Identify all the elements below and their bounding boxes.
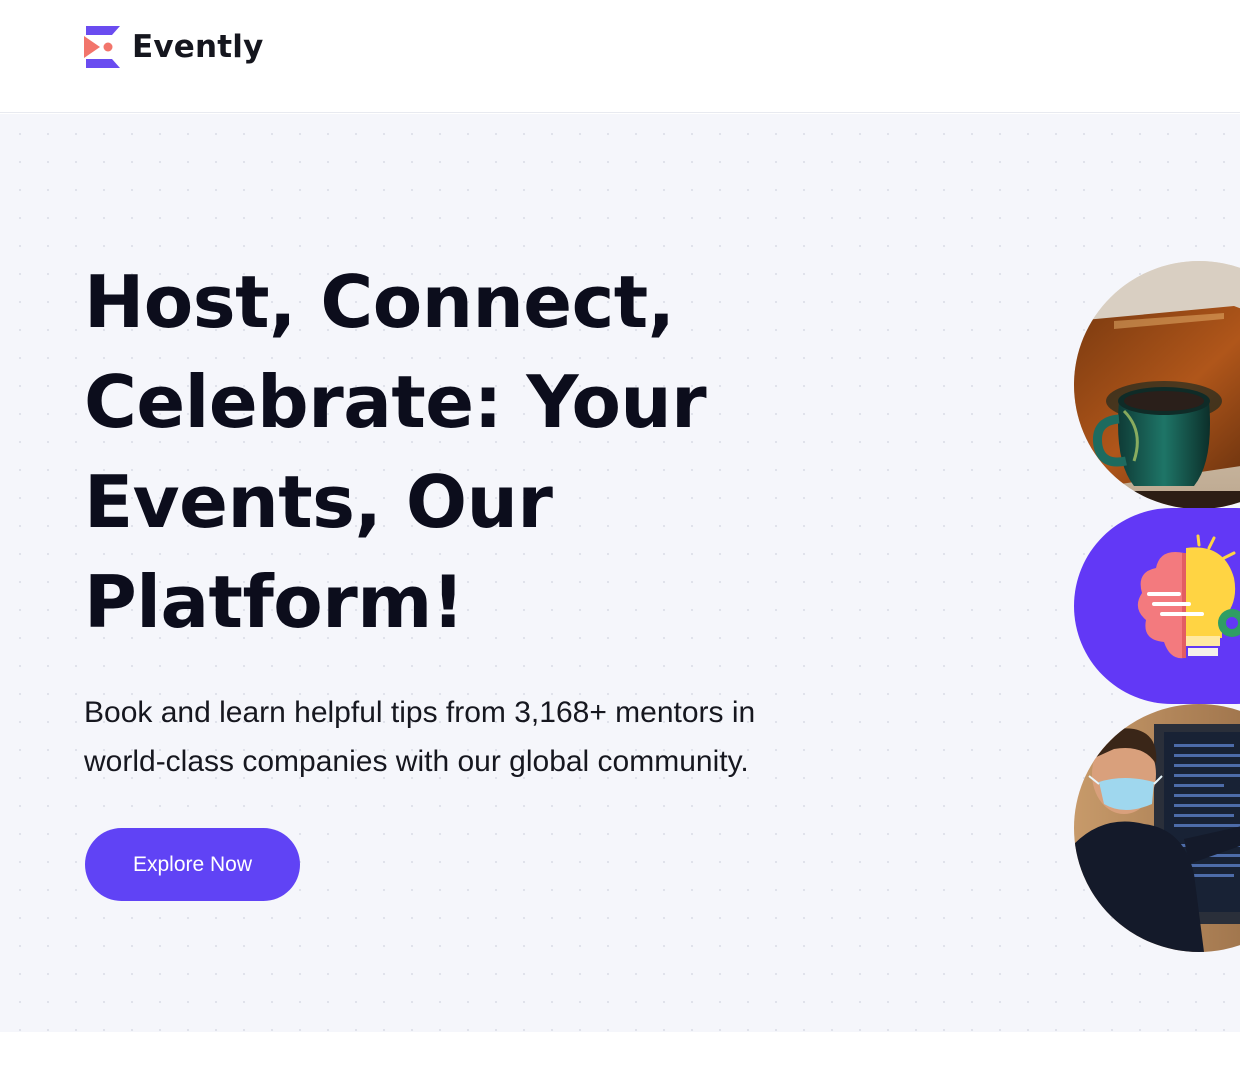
headline-line: Events, Our: [84, 460, 553, 544]
headline-line: Platform!: [84, 560, 465, 644]
brain-lightbulb-illustration: [1074, 508, 1240, 704]
hero-subtext: Book and learn helpful tips from 3,168+ …: [84, 688, 964, 786]
evently-logo-icon: [84, 26, 120, 68]
mug-on-table-photo: [1074, 261, 1240, 509]
subtext-line: Book and learn helpful tips from 3,168+ …: [84, 696, 756, 729]
brain-bulb-art: [1137, 534, 1240, 659]
headline-line: Host, Connect,: [84, 260, 675, 344]
page-bottom-strip: [0, 1032, 1240, 1079]
explore-now-button[interactable]: Explore Now: [85, 828, 300, 901]
mug-photo-art: [1074, 261, 1240, 509]
headline-line: Celebrate: Your: [84, 360, 707, 444]
subtext-line: world-class companies with our global co…: [84, 745, 749, 778]
hero-section: Host, Connect, Celebrate: Your Events, O…: [0, 114, 1240, 1032]
presenter-with-mask-photo: [1074, 704, 1240, 952]
hero-headline: Host, Connect, Celebrate: Your Events, O…: [84, 252, 784, 652]
site-header: Evently: [0, 0, 1240, 113]
brand-name: Evently: [132, 29, 264, 65]
brand-logo[interactable]: Evently: [84, 26, 264, 68]
presenter-photo-art: [1074, 704, 1240, 952]
